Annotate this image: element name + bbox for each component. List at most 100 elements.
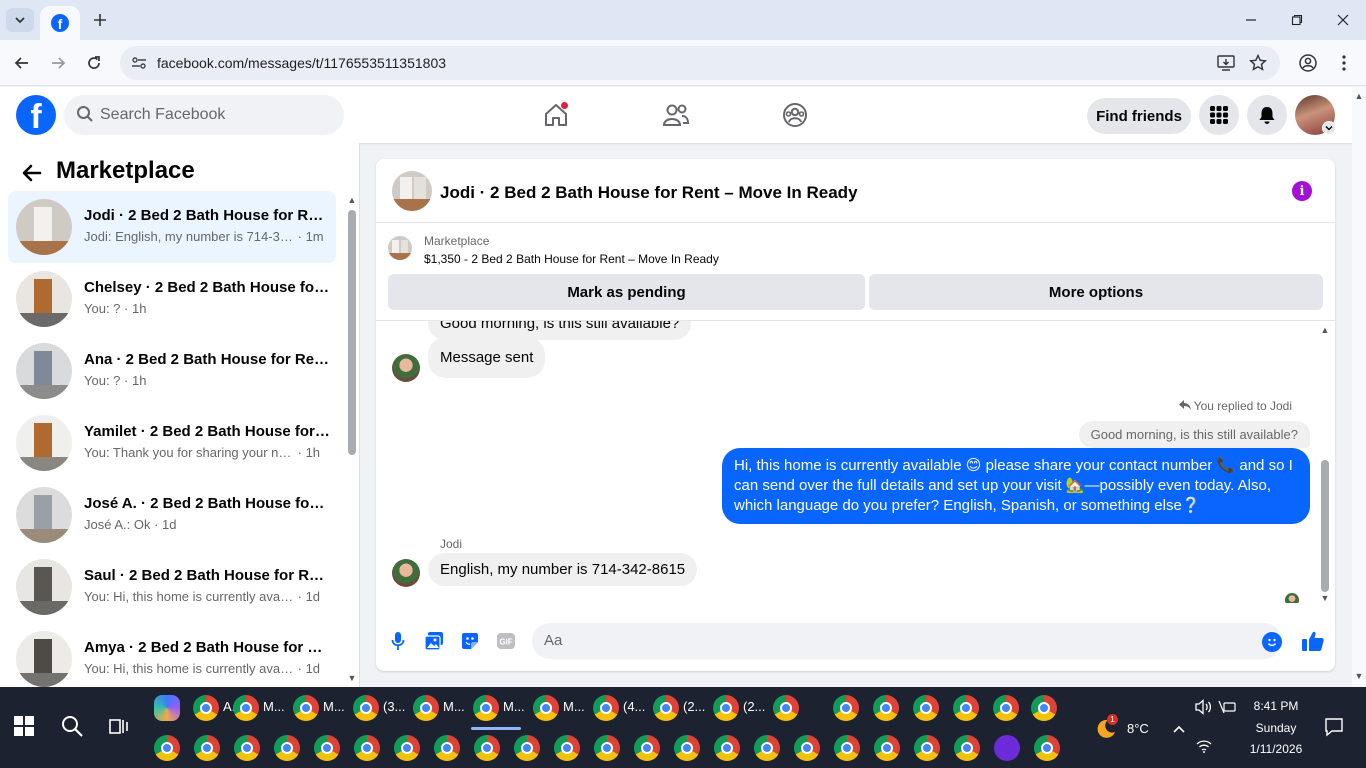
chrome-window-icon[interactable] [713,695,739,721]
clock-date[interactable]: 1/11/2026 [1244,742,1308,756]
chrome-window-icon[interactable] [873,695,899,721]
message-input[interactable]: Aa [532,623,1282,659]
address-bar[interactable]: facebook.com/messages/t/1176553511351803 [120,46,1280,80]
volume-icon[interactable] [1194,699,1212,720]
page-scrollbar[interactable]: ▲ ▼ [1352,87,1366,687]
browser-tab-facebook[interactable]: f [40,6,80,40]
chrome-window-icon[interactable] [293,695,319,721]
info-icon[interactable]: i [1292,181,1312,201]
chrome-window-icon[interactable] [754,735,780,761]
taskbar-window-label[interactable]: M... [443,699,465,714]
sticker-button[interactable] [458,629,482,653]
scroll-down-arrow-icon[interactable]: ▼ [1320,593,1330,603]
message-scrollbar[interactable]: ▲ ▼ [1320,325,1330,605]
sender-avatar[interactable] [392,354,420,382]
quoted-message[interactable]: Good morning, is this still available? [1078,421,1310,448]
voice-clip-button[interactable] [386,629,410,653]
chrome-window-icon[interactable] [353,695,379,721]
conversation-item[interactable]: Saul · 2 Bed 2 Bath House for Rent – Mov… [8,551,336,623]
message-input-placeholder[interactable]: Aa [544,632,562,649]
chrome-window-icon[interactable] [474,735,500,761]
url-text[interactable]: facebook.com/messages/t/1176553511351803 [157,55,446,71]
chrome-window-icon[interactable] [234,735,260,761]
weather-temperature[interactable]: 8°C [1127,721,1149,736]
forward-button[interactable] [46,51,70,75]
chrome-window-icon[interactable] [413,695,439,721]
new-tab-button[interactable] [88,8,112,32]
chrome-window-icon[interactable] [794,735,820,761]
chrome-window-icon[interactable] [914,735,940,761]
chat-title[interactable]: Jodi · 2 Bed 2 Bath House for Rent – Mov… [440,183,858,203]
gif-button[interactable]: GIF [494,629,518,653]
conversation-scrollbar[interactable]: ▲ ▼ [347,195,357,685]
chrome-window-icon[interactable] [834,735,860,761]
reload-button[interactable] [82,51,106,75]
chrome-window-icon[interactable] [954,735,980,761]
taskbar-window-label[interactable]: M... [563,699,585,714]
chrome-window-icon[interactable] [634,735,660,761]
clock-time[interactable]: 8:41 PM [1248,699,1304,713]
taskbar-window-label[interactable]: (2... [743,699,765,714]
scroll-up-arrow-icon[interactable]: ▲ [1320,325,1330,335]
wifi-icon[interactable] [1196,739,1212,758]
minimize-button[interactable] [1228,6,1274,34]
thumbs-up-like-button[interactable] [1300,629,1326,653]
nav-friends[interactable] [660,99,692,131]
chrome-window-icon[interactable] [154,735,180,761]
sender-avatar[interactable] [392,559,420,587]
chrome-window-icon[interactable] [473,695,499,721]
chrome-window-icon[interactable] [394,735,420,761]
chrome-window-icon[interactable] [773,695,799,721]
chrome-window-icon[interactable] [533,695,559,721]
notifications-button[interactable] [1247,95,1287,135]
taskbar-window-label[interactable]: M... [323,699,345,714]
chrome-window-icon[interactable] [593,695,619,721]
listing-title[interactable]: $1,350 - 2 Bed 2 Bath House for Rent – M… [424,252,719,266]
scroll-up-arrow-icon[interactable]: ▲ [347,195,357,205]
conversation-item[interactable]: Yamilet · 2 Bed 2 Bath House for Rent – … [8,407,336,479]
task-view-button[interactable] [108,715,130,742]
close-window-button[interactable] [1320,6,1366,34]
chrome-window-icon[interactable] [233,695,259,721]
more-options-button[interactable]: More options [869,274,1323,310]
nav-groups[interactable] [779,99,811,131]
chrome-window-icon[interactable] [953,695,979,721]
start-button[interactable] [14,716,34,741]
message-sent-bubble[interactable]: Message sent [428,337,546,378]
chrome-window-icon[interactable] [594,735,620,761]
install-app-icon[interactable] [1216,53,1236,73]
scroll-up-arrow-icon[interactable]: ▲ [1354,91,1364,101]
scroll-down-arrow-icon[interactable]: ▼ [1354,671,1364,681]
back-button[interactable] [10,51,34,75]
conversation-item[interactable]: Amya · 2 Bed 2 Bath House for Rent – Mov… [8,623,336,687]
taskbar-window-label[interactable]: (4... [623,699,645,714]
attach-photo-button[interactable] [422,629,446,653]
taskbar-window-label[interactable]: M... [263,699,285,714]
listing-thumbnail[interactable] [388,236,412,260]
chrome-window-icon[interactable] [1034,735,1060,761]
weather-widget-icon[interactable]: 1 [1094,714,1118,741]
chrome-window-icon[interactable] [193,695,219,721]
chrome-window-icon[interactable] [993,695,1019,721]
chrome-window-icon[interactable] [354,735,380,761]
copilot-icon[interactable] [154,695,180,721]
chrome-window-icon[interactable] [1031,695,1057,721]
chevron-down-icon[interactable] [1322,121,1336,135]
conversation-item[interactable]: Chelsey · 2 Bed 2 Bath House for Rent – … [8,263,336,335]
chrome-window-icon[interactable] [314,735,340,761]
message-bubble-incoming[interactable]: English, my number is 714-342-8615 [428,553,698,586]
facebook-search[interactable]: Search Facebook [64,95,344,135]
listing-avatar[interactable] [392,171,432,211]
message-bubble-outgoing[interactable]: Hi, this home is currently available 😊 p… [722,448,1310,524]
emoji-icon[interactable] [1262,632,1282,652]
chrome-window-icon[interactable] [674,735,700,761]
chrome-window-icon[interactable] [653,695,679,721]
taskbar-window-label[interactable]: (3... [383,699,405,714]
nav-home[interactable] [540,99,572,131]
chrome-window-icon[interactable] [274,735,300,761]
conversation-item[interactable]: José A. · 2 Bed 2 Bath House for Rent – … [8,479,336,551]
battery-icon[interactable] [1218,699,1238,720]
chrome-window-icon[interactable] [554,735,580,761]
back-arrow-button[interactable] [20,161,44,185]
scroll-thumb[interactable] [1321,460,1329,592]
